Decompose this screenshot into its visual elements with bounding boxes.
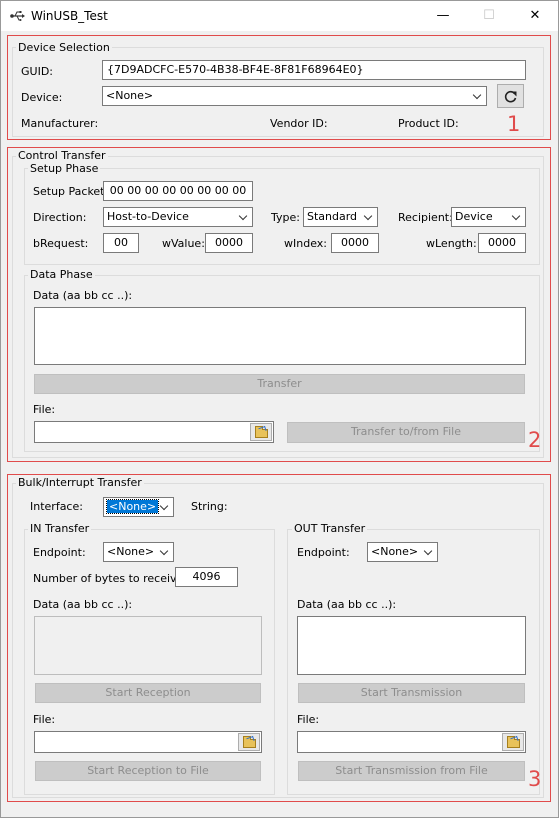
close-button[interactable]: ✕	[512, 1, 558, 31]
chevron-down-icon	[159, 546, 169, 556]
direction-select-value: Host-to-Device	[107, 210, 189, 223]
annotation-number-1: 1	[507, 112, 521, 136]
setup-packet-label: Setup Packet:	[33, 185, 109, 198]
control-file-label: File:	[33, 403, 56, 416]
interface-select[interactable]: <None>	[103, 497, 174, 517]
chevron-down-icon	[363, 211, 373, 221]
control-data-textarea[interactable]	[34, 307, 526, 365]
start-transmission-file-button[interactable]: Start Transmission from File	[298, 761, 525, 781]
string-label: String:	[191, 500, 228, 513]
title-bar[interactable]: WinUSB_Test — ☐ ✕	[1, 1, 558, 31]
in-file-input[interactable]	[34, 731, 262, 753]
setup-phase-title: Setup Phase	[28, 162, 101, 175]
out-endpoint-select[interactable]: <None>	[367, 542, 438, 562]
bulk-transfer-title: Bulk/Interrupt Transfer	[16, 476, 144, 489]
type-select-value: Standard	[307, 210, 358, 223]
minimize-button[interactable]: —	[420, 1, 466, 31]
in-transfer-title: IN Transfer	[28, 522, 92, 535]
annotation-number-2: 2	[528, 428, 542, 452]
chevron-down-icon	[511, 211, 521, 221]
device-label: Device:	[21, 91, 63, 104]
setup-packet-input[interactable]: 00 00 00 00 00 00 00 00	[103, 181, 253, 201]
bytes-to-receive-input[interactable]: 4096	[175, 567, 238, 587]
maximize-button[interactable]: ☐	[466, 1, 512, 31]
wlength-label: wLength:	[426, 237, 477, 250]
start-reception-button[interactable]: Start Reception	[35, 683, 261, 703]
in-endpoint-select-value: <None>	[107, 545, 155, 558]
wvalue-label: wValue:	[162, 237, 205, 250]
device-select[interactable]: <None>	[102, 86, 487, 106]
wvalue-input[interactable]: 0000	[205, 233, 253, 253]
interface-select-value: <None>	[105, 499, 160, 514]
bytes-to-receive-label: Number of bytes to receive:	[33, 572, 188, 585]
product-id-label: Product ID:	[398, 117, 459, 130]
window-title: WinUSB_Test	[31, 9, 108, 23]
control-browse-button[interactable]	[250, 423, 272, 441]
direction-label: Direction:	[33, 211, 87, 224]
out-data-textarea[interactable]	[297, 616, 526, 675]
folder-open-icon	[507, 736, 520, 748]
type-label: Type:	[271, 211, 300, 224]
recipient-select[interactable]: Device	[451, 207, 526, 227]
data-phase-title: Data Phase	[28, 268, 95, 281]
out-browse-button[interactable]	[502, 733, 524, 751]
interface-label: Interface:	[30, 500, 83, 513]
wlength-input[interactable]: 0000	[478, 233, 526, 253]
refresh-button[interactable]	[497, 84, 524, 108]
start-reception-file-button[interactable]: Start Reception to File	[35, 761, 261, 781]
in-data-label: Data (aa bb cc ..):	[33, 598, 133, 611]
chevron-down-icon	[472, 90, 482, 100]
control-transfer-title: Control Transfer	[16, 149, 108, 162]
out-transfer-title: OUT Transfer	[292, 522, 368, 535]
type-select[interactable]: Standard	[303, 207, 378, 227]
annotation-number-3: 3	[528, 767, 542, 791]
manufacturer-label: Manufacturer:	[21, 117, 99, 130]
in-file-label: File:	[33, 713, 56, 726]
control-file-input[interactable]	[34, 421, 274, 443]
start-transmission-button[interactable]: Start Transmission	[298, 683, 525, 703]
chevron-down-icon	[238, 211, 248, 221]
brequest-label: bRequest:	[33, 237, 89, 250]
control-data-label: Data (aa bb cc ..):	[33, 289, 133, 302]
in-endpoint-label: Endpoint:	[33, 546, 86, 559]
chevron-down-icon	[159, 501, 169, 511]
transfer-file-button[interactable]: Transfer to/from File	[287, 422, 525, 443]
chevron-down-icon	[423, 546, 433, 556]
out-endpoint-label: Endpoint:	[297, 546, 350, 559]
refresh-icon	[504, 90, 517, 103]
in-data-textarea[interactable]	[34, 616, 262, 675]
brequest-input[interactable]: 00	[103, 233, 139, 253]
guid-label: GUID:	[21, 65, 53, 78]
usb-icon	[10, 11, 25, 21]
folder-open-icon	[243, 736, 256, 748]
direction-select[interactable]: Host-to-Device	[103, 207, 253, 227]
out-endpoint-select-value: <None>	[371, 545, 419, 558]
out-data-label: Data (aa bb cc ..):	[297, 598, 397, 611]
recipient-label: Recipient:	[398, 211, 453, 224]
in-browse-button[interactable]	[238, 733, 260, 751]
out-file-input[interactable]	[297, 731, 526, 753]
transfer-button[interactable]: Transfer	[34, 374, 525, 394]
recipient-select-value: Device	[455, 210, 493, 223]
vendor-id-label: Vendor ID:	[270, 117, 328, 130]
windex-input[interactable]: 0000	[331, 233, 379, 253]
guid-input[interactable]: {7D9ADCFC-E570-4B38-BF4E-8F81F68964E0}	[102, 60, 526, 80]
device-selection-title: Device Selection	[16, 41, 112, 54]
folder-open-icon	[255, 426, 268, 438]
windex-label: wIndex:	[284, 237, 327, 250]
out-file-label: File:	[297, 713, 320, 726]
in-endpoint-select[interactable]: <None>	[103, 542, 174, 562]
device-select-value: <None>	[106, 89, 154, 102]
